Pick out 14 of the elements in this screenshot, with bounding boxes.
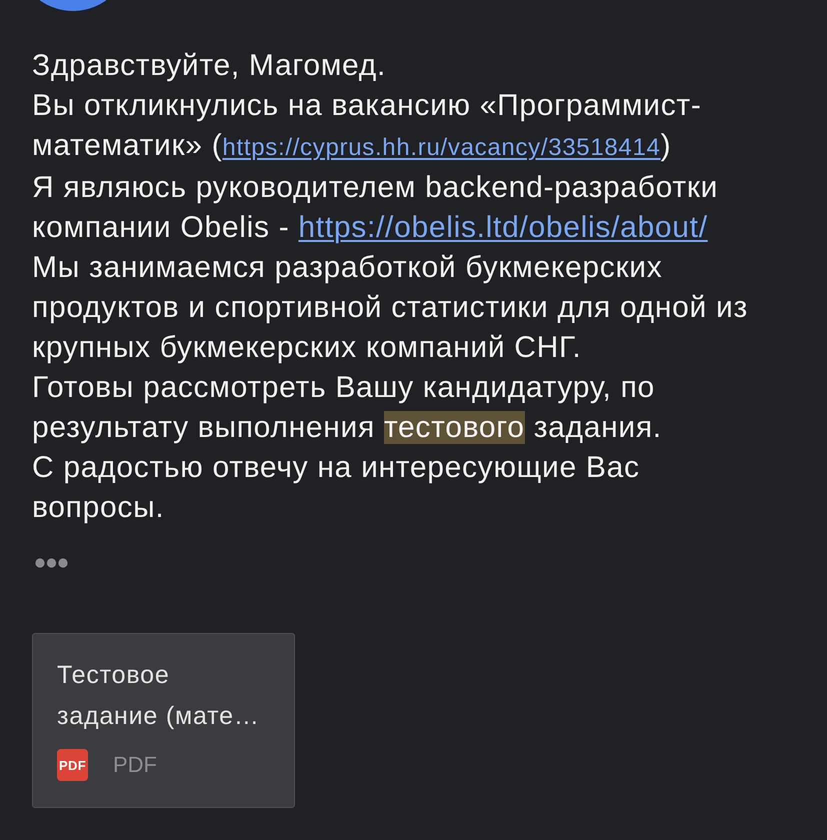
message-paragraph: С радостью отвечу на интересующие Вас вопросы. bbox=[32, 450, 641, 526]
message-paragraph: Мы занимаемся разработкой букмекерских продуктов и спортивной статистики для одной из крупных букмекерских компаний СНГ. bbox=[32, 250, 749, 366]
ellipsis-icon[interactable] bbox=[35, 558, 68, 568]
avatar-icon bbox=[40, 0, 106, 11]
message-paragraph: Готовы рассмотреть Вашу кандидатуру, по результату выполнения тестового задания. bbox=[32, 370, 663, 446]
file-type-label: PDF bbox=[113, 752, 157, 778]
message-paragraph: Здравствуйте, Магомед. bbox=[32, 48, 387, 84]
attachment-title: Тестовое задание (мате… bbox=[57, 660, 261, 732]
message-paragraph: Вы откликнулись на вакансию «Программист-математик» (https://cyprus.hh.ru/vacancy/33518414) bbox=[32, 88, 703, 164]
attachment-card[interactable]: Тестовое задание (мате… PDF PDF bbox=[32, 633, 295, 808]
message-paragraph: Я являюсь руководителем backend-разработки компании Obelis - https://obelis.ltd/obelis/about/ bbox=[32, 170, 720, 246]
file-type-badge: PDF bbox=[57, 749, 88, 781]
link[interactable]: https://cyprus.hh.ru/vacancy/33518414 bbox=[222, 134, 661, 161]
link[interactable]: https://obelis.ltd/obelis/about/ bbox=[298, 211, 708, 244]
